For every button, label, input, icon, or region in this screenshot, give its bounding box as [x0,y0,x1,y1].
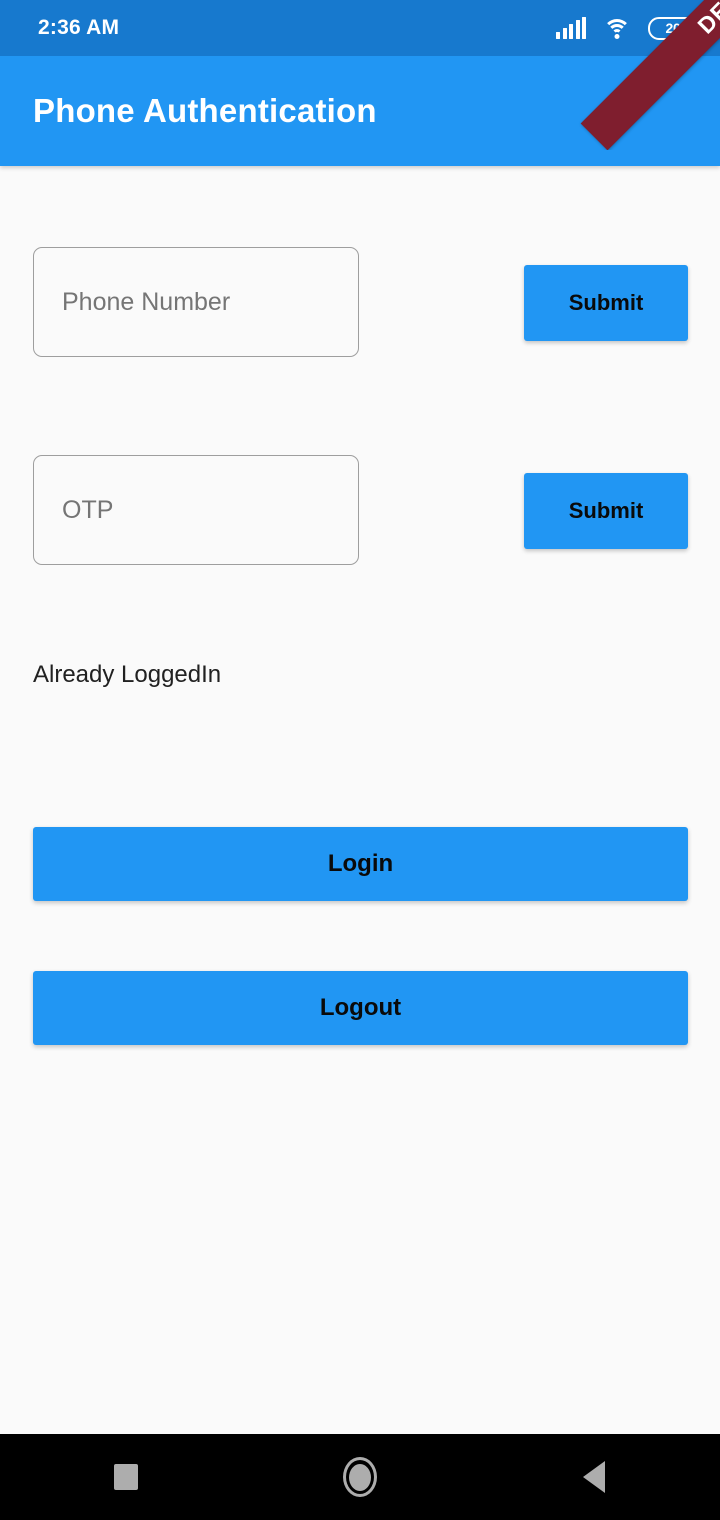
charging-bolt-icon [683,21,690,38]
square-recents-icon [114,1464,138,1490]
logout-button[interactable]: Logout [33,971,688,1045]
triangle-back-icon [583,1461,605,1493]
phone-screen: 2:36 AM 20 Phone Authentication DEBUG Ph… [0,0,720,1520]
battery-charging-icon: 20 [648,16,701,40]
login-status-text: Already LoggedIn [33,661,222,688]
phone-submit-button[interactable]: Submit [524,265,688,341]
main-content: Phone Number Submit OTP Submit Already L… [0,166,720,1434]
circle-home-icon [343,1457,377,1497]
status-bar-icons: 20 [556,16,701,40]
signal-bars-icon [556,16,586,39]
nav-home-button[interactable] [285,1434,435,1520]
phone-number-input[interactable]: Phone Number [33,247,359,357]
nav-back-button[interactable] [519,1434,669,1520]
nav-recents-button[interactable] [51,1434,201,1520]
otp-input[interactable]: OTP [33,455,359,565]
battery-level-label: 20 [665,20,681,36]
android-navigation-bar [0,1434,720,1520]
status-bar-time: 2:36 AM [38,16,120,39]
phone-number-placeholder: Phone Number [62,287,231,316]
status-bar: 2:36 AM 20 [0,0,720,56]
app-bar: Phone Authentication [0,56,720,166]
otp-placeholder: OTP [62,495,114,524]
page-title: Phone Authentication [33,92,377,129]
login-button[interactable]: Login [33,827,688,901]
otp-submit-button[interactable]: Submit [524,473,688,549]
wifi-icon [603,18,631,39]
